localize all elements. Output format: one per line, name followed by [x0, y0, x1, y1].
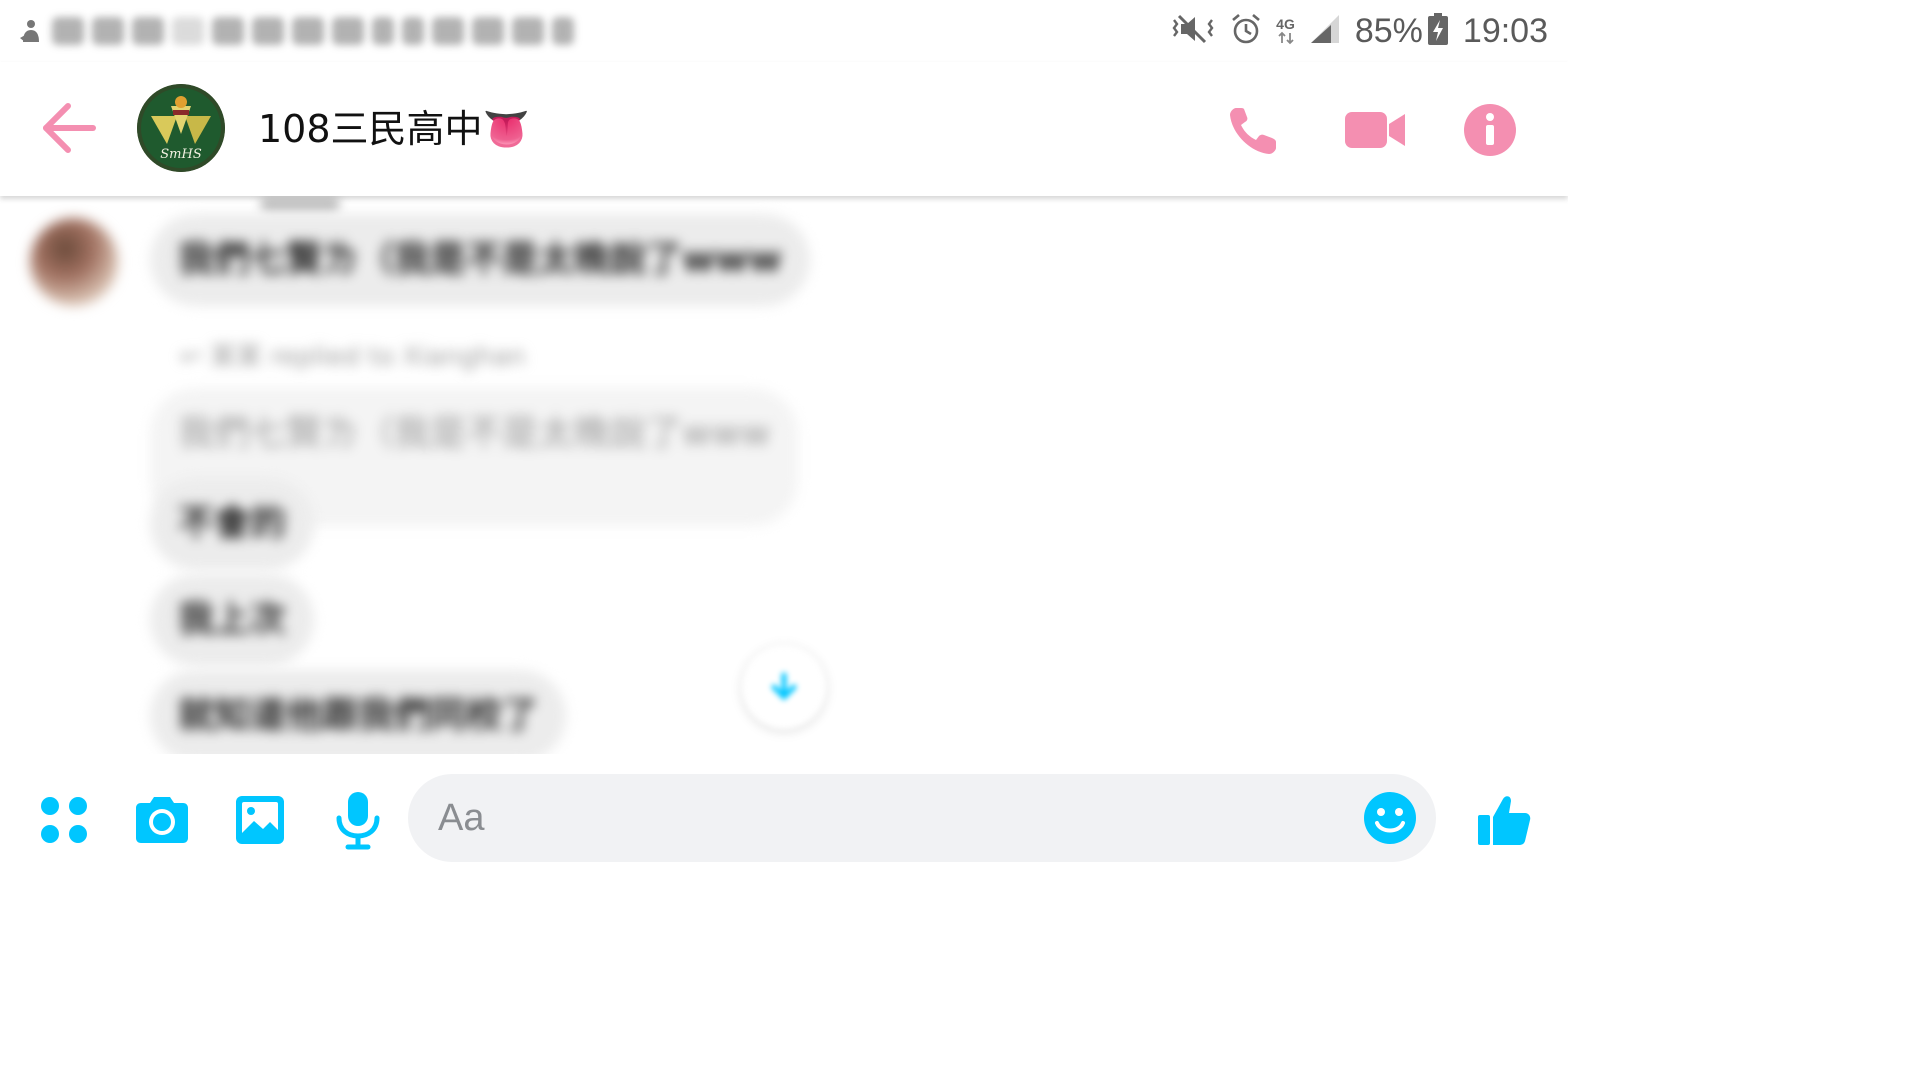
status-indicators: 4G 85% 19:03 — [1170, 8, 1548, 54]
notification-icon — [552, 17, 574, 45]
arrow-left-icon — [43, 103, 96, 153]
notification-icon — [52, 17, 84, 45]
video-call-button[interactable] — [1340, 98, 1410, 162]
back-button[interactable] — [38, 100, 98, 156]
microphone-icon — [336, 792, 380, 850]
voice-message-button[interactable] — [326, 788, 390, 852]
app-notification-icon — [18, 18, 44, 44]
reply-note-text: 某某 replied to Xianghan — [210, 342, 526, 372]
school-logo-icon: SmHS — [137, 84, 225, 172]
messenger-screen: 4G 85% 19:03 SmHS 108三民高中👅 我們七賢ㄌ（我是不是太晚說… — [0, 0, 1568, 882]
notification-icon — [472, 17, 504, 45]
like-button[interactable] — [1472, 788, 1536, 852]
conversation-info-button[interactable] — [1458, 98, 1522, 162]
notification-icon — [292, 17, 324, 45]
clock: 19:03 — [1462, 11, 1548, 50]
notification-icon — [372, 17, 394, 45]
chat-title[interactable]: 108三民高中👅 — [258, 102, 530, 156]
smiley-icon — [1364, 792, 1416, 844]
message-bubble[interactable]: 我們七賢ㄌ（我是不是太晚說了www — [150, 214, 810, 306]
scroll-to-bottom-button[interactable] — [742, 645, 826, 729]
notification-icons — [18, 12, 574, 50]
previous-message-fragment — [260, 198, 340, 212]
notification-icon — [172, 17, 204, 45]
grid-dots-icon — [41, 797, 87, 843]
battery-percent: 85% — [1354, 11, 1423, 50]
image-icon — [236, 796, 284, 844]
notification-icon — [432, 17, 464, 45]
more-actions-button[interactable] — [32, 788, 96, 852]
thumbs-up-icon — [1478, 796, 1531, 845]
alarm-icon — [1230, 12, 1262, 51]
arrow-down-icon — [771, 672, 797, 701]
composer-bar: Aa — [0, 754, 1568, 882]
video-camera-icon — [1345, 112, 1405, 148]
camera-icon — [136, 797, 188, 843]
emoji-button[interactable] — [1360, 788, 1420, 848]
gallery-button[interactable] — [228, 788, 292, 852]
notification-icon — [512, 17, 544, 45]
status-bar: 4G 85% 19:03 — [0, 0, 1568, 62]
message-bubble[interactable]: 我上次 — [150, 574, 315, 666]
sender-avatar[interactable] — [30, 218, 118, 306]
group-avatar[interactable]: SmHS — [137, 84, 225, 172]
avatar-logo-text: SmHS — [160, 147, 202, 162]
reply-arrow-icon: ↩ — [180, 342, 211, 372]
notification-icon — [132, 17, 164, 45]
camera-button[interactable] — [130, 788, 194, 852]
message-list[interactable]: 我們七賢ㄌ（我是不是太晚說了www ↩ 某某 replied to Xiangh… — [0, 196, 1568, 754]
signal-strength-icon — [1309, 13, 1341, 50]
reply-indicator: ↩ 某某 replied to Xianghan — [180, 336, 525, 373]
notification-icon — [92, 17, 124, 45]
message-input[interactable]: Aa — [408, 774, 1436, 862]
notification-icon — [252, 17, 284, 45]
message-bubble[interactable]: 就知道他跟我們同校了 — [150, 670, 567, 754]
info-icon — [1464, 104, 1516, 156]
battery-charging-icon — [1427, 12, 1449, 51]
message-input-placeholder: Aa — [438, 797, 485, 839]
conversation-header: SmHS 108三民高中👅 — [0, 62, 1568, 196]
notification-icon — [212, 17, 244, 45]
network-type-icon: 4G — [1276, 17, 1295, 45]
voice-call-button[interactable] — [1222, 98, 1286, 162]
notification-icon — [402, 17, 424, 45]
notification-icon — [332, 17, 364, 45]
message-bubble[interactable]: 不會的 — [150, 478, 315, 570]
phone-icon — [1230, 108, 1276, 154]
vibrate-mute-icon — [1170, 12, 1216, 51]
